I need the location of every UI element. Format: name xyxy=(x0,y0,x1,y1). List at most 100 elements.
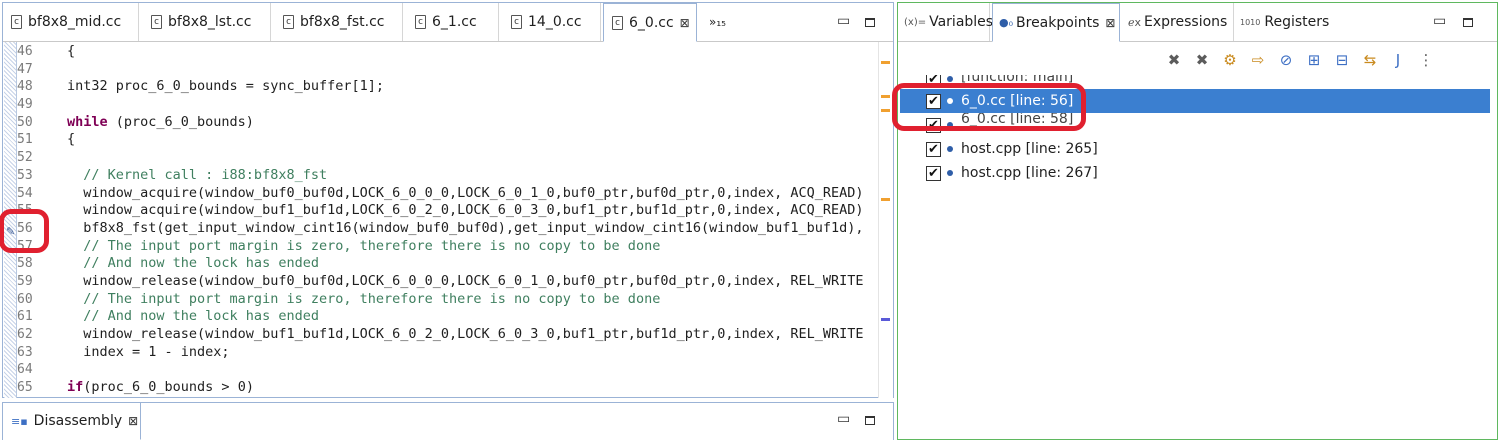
line-number: 61 xyxy=(17,309,33,325)
code-line[interactable]: // The input port margin is zero, theref… xyxy=(67,291,881,309)
tab-disassembly[interactable]: ≡▪ Disassembly ⊠ xyxy=(3,403,141,440)
code-line[interactable] xyxy=(67,61,881,79)
code-line[interactable]: // Kernel call : i88:bf8x8_fst xyxy=(67,167,881,185)
line-number: 54 xyxy=(17,185,33,201)
close-icon[interactable]: ⊠ xyxy=(1105,16,1115,30)
code-line[interactable] xyxy=(67,361,881,379)
close-icon[interactable]: ⊠ xyxy=(680,16,690,30)
cpp-file-icon: c xyxy=(11,15,22,29)
code-line[interactable]: window_acquire(window_buf0_buf0d,LOCK_6_… xyxy=(67,185,881,203)
maximize-icon[interactable] xyxy=(865,18,875,27)
code-comment: // The input port margin is zero, theref… xyxy=(67,290,661,307)
line-number: 58 xyxy=(17,256,33,272)
tab-6-0[interactable]: c 6_0.cc ⊠ xyxy=(603,3,697,42)
code-line[interactable]: // And now the lock has ended xyxy=(67,308,881,326)
code-line[interactable]: while (proc_6_0_bounds) xyxy=(67,114,881,132)
code-comment: // And now the lock has ended xyxy=(67,255,319,272)
breakpoint-row[interactable]: ✔ host.cpp [line: 267] xyxy=(900,161,1490,185)
tab-breakpoints[interactable]: ●₀ Breakpoints ⊠ xyxy=(992,3,1120,42)
editor-pane: c bf8x8_mid.cc c bf8x8_lst.cc c bf8x8_fs… xyxy=(0,2,894,398)
add-java-exception-icon[interactable]: J xyxy=(1384,47,1412,73)
minimize-icon[interactable]: ▭ xyxy=(837,411,850,427)
code-area[interactable]: { int32 proc_6_0_bounds = sync_buffer[1];… xyxy=(67,43,881,397)
remove-breakpoint-icon[interactable]: ✖ xyxy=(1160,47,1188,73)
expand-all-icon[interactable]: ⊞ xyxy=(1300,47,1328,73)
variables-icon: (x)= xyxy=(904,16,927,28)
breakpoint-label: host.cpp [line: 265] xyxy=(961,141,1098,157)
code-text: window_acquire(window_buf1_buf1d,LOCK_6_… xyxy=(67,202,864,219)
go-to-file-icon[interactable]: ⇨ xyxy=(1244,47,1272,73)
tab-bf8x8-mid[interactable]: c bf8x8_mid.cc xyxy=(3,3,139,41)
tab-expressions[interactable]: ℯx Expressions xyxy=(1122,3,1234,41)
cpp-file-icon: c xyxy=(283,15,294,29)
maximize-icon[interactable] xyxy=(865,416,875,425)
code-line[interactable]: bf8x8_fst(get_input_window_cint16(window… xyxy=(67,220,881,238)
checkbox[interactable]: ✔ xyxy=(926,141,941,157)
code-line[interactable]: int32 proc_6_0_bounds = sync_buffer[1]; xyxy=(67,78,881,96)
show-supported-breakpoints-icon[interactable]: ⚙ xyxy=(1216,47,1244,73)
code-line[interactable]: // The input port margin is zero, theref… xyxy=(67,238,881,256)
overview-marker[interactable] xyxy=(881,109,890,112)
code-line[interactable]: window_release(window_buf1_buf1d,LOCK_6_… xyxy=(67,326,881,344)
overview-marker[interactable] xyxy=(881,318,890,321)
code-text: window_acquire(window_buf0_buf0d,LOCK_6_… xyxy=(67,184,864,201)
remove-all-breakpoints-icon[interactable]: ✖ xyxy=(1188,47,1216,73)
debug-tab-bar: (x)= Variables ●₀ Breakpoints ⊠ ℯx Expre… xyxy=(898,3,1497,42)
maximize-icon[interactable] xyxy=(1463,18,1473,27)
minimize-icon[interactable]: ▭ xyxy=(1433,13,1446,29)
cpp-file-icon: c xyxy=(511,15,522,29)
breakpoint-icon xyxy=(947,76,953,82)
tab-6-1[interactable]: c 6_1.cc xyxy=(407,3,499,41)
minimize-icon[interactable]: ▭ xyxy=(837,13,850,29)
tab-bf8x8-lst[interactable]: c bf8x8_lst.cc xyxy=(143,3,271,41)
code-line[interactable]: window_acquire(window_buf1_buf1d,LOCK_6_… xyxy=(67,202,881,220)
code-line[interactable]: { xyxy=(67,131,881,149)
overview-marker[interactable] xyxy=(881,61,890,64)
cpp-file-icon: c xyxy=(415,15,426,29)
code-line[interactable] xyxy=(67,149,881,167)
link-with-debug-view-icon[interactable]: ⇆ xyxy=(1356,47,1384,73)
highlight-ring xyxy=(892,83,1086,131)
line-number: 51 xyxy=(17,132,33,148)
tab-label: bf8x8_lst.cc xyxy=(168,14,252,30)
line-number: 47 xyxy=(17,61,33,77)
close-icon[interactable]: ⊠ xyxy=(128,414,138,428)
skip-all-breakpoints-icon[interactable]: ⊘ xyxy=(1272,47,1300,73)
line-number: 49 xyxy=(17,97,33,113)
tab-registers[interactable]: 1010 Registers xyxy=(1234,3,1334,41)
overview-ruler[interactable] xyxy=(878,42,893,398)
breakpoint-row[interactable]: ✔ host.cpp [line: 265] xyxy=(900,137,1490,161)
tab-14-0[interactable]: c 14_0.cc xyxy=(503,3,601,41)
code-line[interactable] xyxy=(67,96,881,114)
disassembly-icon: ≡▪ xyxy=(11,414,28,428)
overview-marker[interactable] xyxy=(881,95,890,98)
code-keyword: if xyxy=(67,379,84,396)
code-line[interactable]: window_release(window_buf0_buf0d,LOCK_6_… xyxy=(67,273,881,291)
line-number: 46 xyxy=(17,44,33,59)
tab-label: 14_0.cc xyxy=(528,14,582,30)
tab-variables[interactable]: (x)= Variables xyxy=(898,3,993,41)
tab-bf8x8-fst[interactable]: c bf8x8_fst.cc xyxy=(275,3,403,41)
checkbox[interactable]: ✔ xyxy=(926,165,941,181)
breakpoints-toolbar: ✖ ✖ ⚙ ⇨ ⊘ ⊞ ⊟ ⇆ J ⋮ xyxy=(1160,47,1440,73)
debug-views-pane: (x)= Variables ●₀ Breakpoints ⊠ ℯx Expre… xyxy=(892,2,1498,440)
overview-marker[interactable] xyxy=(881,198,890,201)
disassembly-pane: ≡▪ Disassembly ⊠ ▭ xyxy=(2,402,894,440)
line-number: 60 xyxy=(17,291,33,307)
line-number: 62 xyxy=(17,327,33,342)
code-line[interactable]: { xyxy=(67,43,881,61)
code-text: window_release(window_buf0_buf0d,LOCK_6_… xyxy=(67,272,864,289)
code-line[interactable]: index = 1 - index; xyxy=(67,344,881,362)
view-menu-icon[interactable]: ⋮ xyxy=(1412,47,1440,73)
collapse-all-icon[interactable]: ⊟ xyxy=(1328,47,1356,73)
breakpoint-icon xyxy=(947,170,953,176)
editor-tab-bar: c bf8x8_mid.cc c bf8x8_lst.cc c bf8x8_fs… xyxy=(3,3,893,42)
breakpoint-icon xyxy=(947,146,953,152)
code-line[interactable]: // And now the lock has ended xyxy=(67,255,881,273)
cpp-file-icon: c xyxy=(612,15,623,30)
code-text: { xyxy=(67,43,76,59)
line-number: 52 xyxy=(17,150,33,166)
tab-label: 6_1.cc xyxy=(432,14,477,30)
code-line[interactable]: if(proc_6_0_bounds > 0) xyxy=(67,379,881,397)
tab-overflow-button[interactable]: »₁₅ xyxy=(701,3,741,41)
